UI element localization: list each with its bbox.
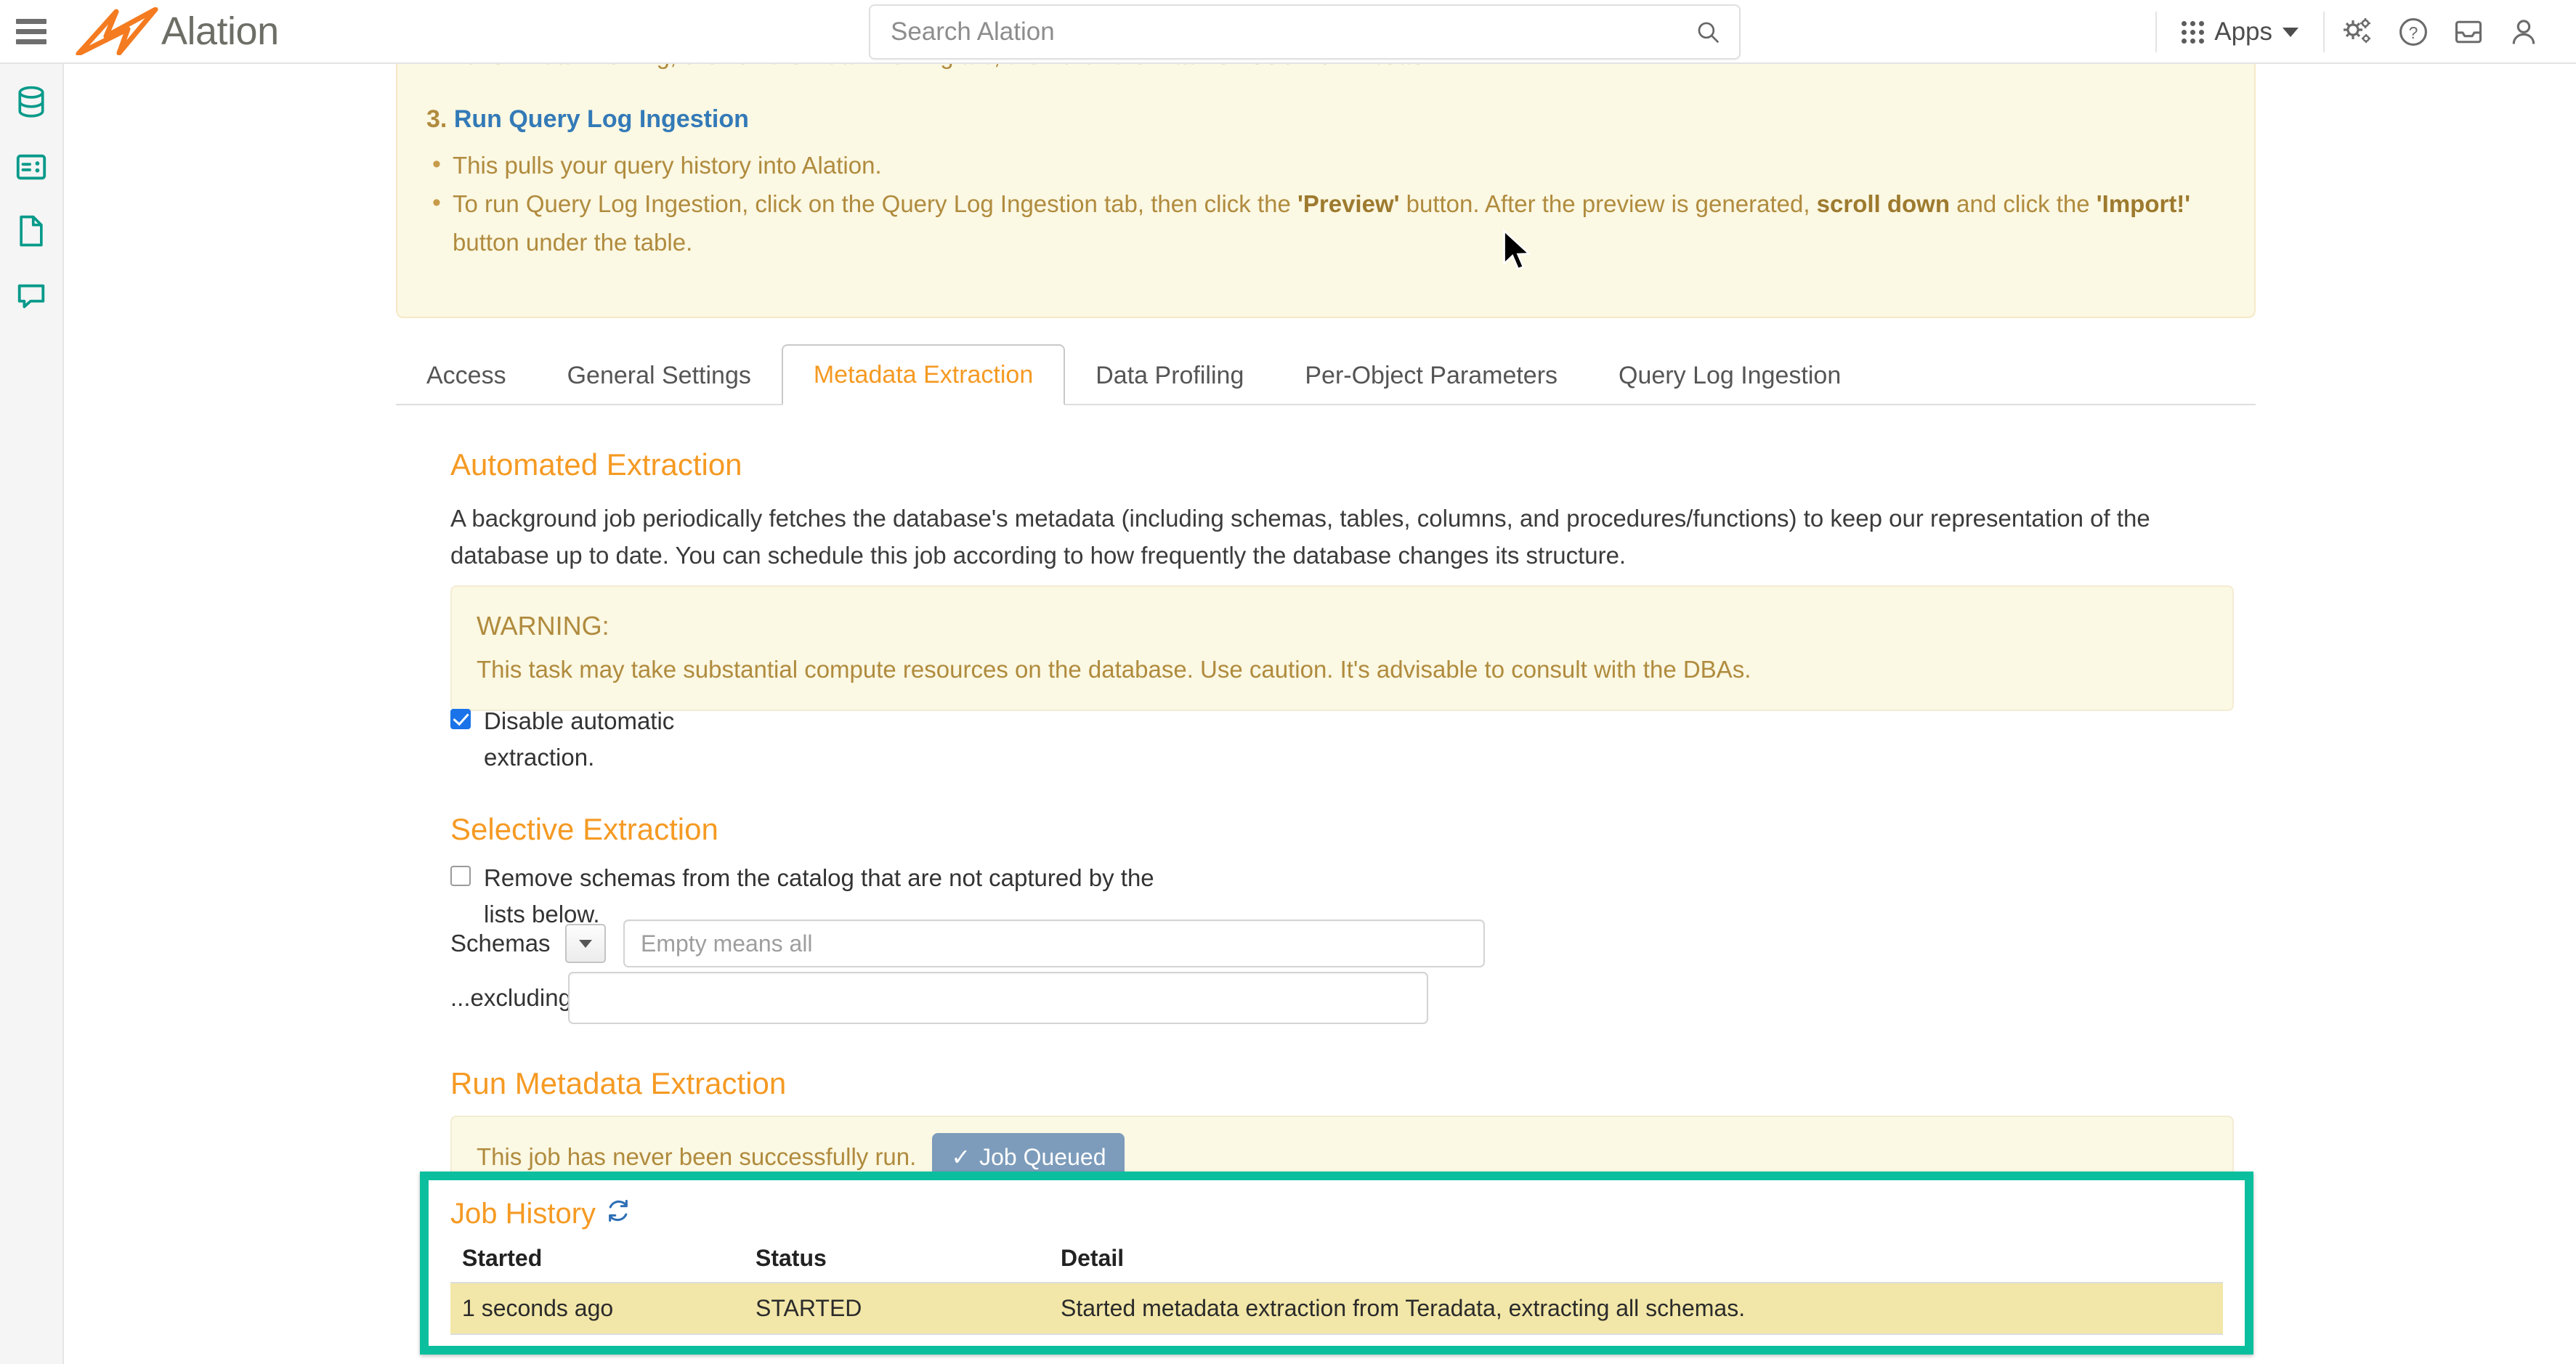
tab-metadata-extraction[interactable]: Metadata Extraction bbox=[781, 344, 1066, 405]
selective-extraction-title: Selective Extraction bbox=[450, 812, 718, 846]
excluding-input[interactable] bbox=[568, 972, 1428, 1024]
sidebar-item-documents[interactable] bbox=[8, 208, 54, 254]
automated-extraction-section: Automated Extraction bbox=[450, 447, 2194, 482]
bullet-text-pre: To run Data Profiling, click on the Data… bbox=[453, 64, 1154, 69]
instructions-list-top: To run Data Profiling, click on the Data… bbox=[426, 64, 2225, 76]
excluding-label: ...excluding bbox=[450, 984, 572, 1011]
warning-text: This task may take substantial compute r… bbox=[477, 655, 1751, 683]
article-icon bbox=[16, 154, 46, 180]
check-icon: ✓ bbox=[951, 1144, 971, 1170]
job-history-header: Job History bbox=[450, 1198, 2223, 1230]
schemas-label: Schemas bbox=[450, 930, 551, 957]
qli-p2: button. After the preview is generated, bbox=[1399, 190, 1817, 217]
warning-title: WARNING: bbox=[477, 611, 609, 641]
schemas-input[interactable] bbox=[623, 920, 1485, 967]
qli-p1: To run Query Log Ingestion, click on the… bbox=[453, 190, 1298, 217]
help-circle-icon[interactable]: ? bbox=[2386, 16, 2441, 48]
qli-s3: 'Import!' bbox=[2096, 190, 2191, 217]
top-icon-group: ? bbox=[2323, 12, 2576, 52]
database-icon bbox=[18, 86, 44, 118]
hamburger-icon[interactable] bbox=[16, 15, 49, 47]
instruction-bullet-qli-steps: To run Query Log Ingestion, click on the… bbox=[426, 183, 2225, 262]
bullet-text: This pulls your query history into Alati… bbox=[453, 151, 882, 179]
svg-text:?: ? bbox=[2409, 23, 2418, 42]
schemas-field-row: Schemas bbox=[450, 920, 1485, 967]
gears-icon[interactable] bbox=[2330, 17, 2386, 47]
tab-query-log-ingestion[interactable]: Query Log Ingestion bbox=[1588, 347, 1871, 404]
step-number: 3. bbox=[426, 105, 447, 134]
run-status-text: This job has never been successfully run… bbox=[477, 1143, 917, 1170]
run-metadata-extraction-title: Run Metadata Extraction bbox=[450, 1066, 787, 1100]
inbox-icon[interactable] bbox=[2441, 16, 2496, 48]
cell-status: STARTED bbox=[756, 1283, 1061, 1334]
user-avatar-icon[interactable] bbox=[2496, 16, 2551, 48]
warning-box: WARNING: This task may take substantial … bbox=[450, 585, 2234, 711]
top-right-actions: Apps ? bbox=[2155, 0, 2576, 64]
search-box[interactable] bbox=[869, 4, 1741, 60]
sidebar-item-articles[interactable] bbox=[8, 144, 54, 190]
job-history-highlight-box: Job History Started Status Detail 1 seco… bbox=[420, 1172, 2253, 1355]
settings-tabs: Access General Settings Metadata Extract… bbox=[396, 338, 2256, 405]
bullet-text-post: button. bbox=[1365, 64, 1445, 69]
tab-access[interactable]: Access bbox=[396, 347, 537, 404]
job-history-table: Started Status Detail 1 seconds ago STAR… bbox=[450, 1245, 2223, 1335]
qli-s2: scroll down bbox=[1816, 190, 1951, 217]
instructions-list-step3: This pulls your query history into Alati… bbox=[426, 145, 2225, 262]
column-header-started: Started bbox=[462, 1245, 543, 1271]
job-queued-label: Job Queued bbox=[979, 1143, 1106, 1170]
sidebar-item-conversations[interactable] bbox=[8, 272, 54, 318]
top-navigation-bar: Alation Apps bbox=[0, 0, 2576, 64]
document-icon bbox=[20, 215, 43, 247]
search-container bbox=[869, 4, 1741, 60]
table-row[interactable]: 1 seconds ago STARTED Started metadata e… bbox=[450, 1283, 2223, 1334]
step-title-link[interactable]: Run Query Log Ingestion bbox=[454, 105, 749, 133]
left-icon-rail bbox=[0, 64, 64, 1364]
refresh-icon[interactable] bbox=[606, 1198, 631, 1230]
search-icon[interactable] bbox=[1696, 20, 1720, 44]
tab-per-object-parameters[interactable]: Per-Object Parameters bbox=[1274, 347, 1588, 404]
column-header-detail: Detail bbox=[1061, 1245, 1125, 1271]
cell-started: 1 seconds ago bbox=[450, 1283, 756, 1334]
excluding-field-row: ...excluding bbox=[450, 972, 1428, 1024]
instruction-bullet-profiling: To run Data Profiling, click on the Data… bbox=[426, 64, 2225, 76]
instruction-step-heading: 3. Run Query Log Ingestion bbox=[426, 100, 2225, 139]
table-header-row: Started Status Detail bbox=[450, 1245, 2223, 1283]
column-header-status: Status bbox=[756, 1245, 827, 1271]
instruction-bullet-query-history: This pulls your query history into Alati… bbox=[426, 145, 2225, 185]
apps-label: Apps bbox=[2214, 17, 2272, 46]
qli-s1: 'Preview' bbox=[1297, 190, 1400, 217]
instructions-banner: To run Data Profiling, click on the Data… bbox=[396, 64, 2256, 318]
disable-automatic-extraction-row[interactable]: Disable automatic extraction. bbox=[450, 703, 1148, 775]
grid-icon bbox=[2182, 20, 2205, 44]
cell-detail: Started metadata extraction from Teradat… bbox=[1061, 1283, 2223, 1334]
alation-logo[interactable]: Alation bbox=[74, 7, 279, 55]
disable-automatic-extraction-checkbox[interactable] bbox=[450, 709, 471, 729]
tab-general-settings[interactable]: General Settings bbox=[537, 347, 782, 404]
alation-mark-icon bbox=[76, 7, 158, 55]
search-input[interactable] bbox=[870, 17, 1696, 46]
tab-data-profiling[interactable]: Data Profiling bbox=[1065, 347, 1274, 404]
brand-name: Alation bbox=[161, 9, 279, 53]
automated-extraction-title: Automated Extraction bbox=[450, 447, 742, 482]
qli-p4: button under the table. bbox=[453, 229, 693, 256]
apps-menu-button[interactable]: Apps bbox=[2155, 12, 2323, 52]
main-content: To run Data Profiling, click on the Data… bbox=[65, 64, 2576, 1364]
automated-extraction-description: A background job periodically fetches th… bbox=[450, 505, 2150, 569]
sidebar-item-sources[interactable] bbox=[8, 80, 54, 126]
bullet-text-strong: 'Launch Job Now!' bbox=[1154, 64, 1365, 69]
job-history-title: Job History bbox=[450, 1198, 596, 1230]
disable-automatic-extraction-label: Disable automatic extraction. bbox=[484, 707, 675, 771]
remove-schemas-checkbox[interactable] bbox=[450, 866, 471, 886]
chevron-down-icon bbox=[2283, 27, 2298, 37]
schemas-dropdown-button[interactable] bbox=[565, 924, 606, 963]
qli-p3: and click the bbox=[1950, 190, 2097, 217]
job-history-section: Job History Started Status Detail 1 seco… bbox=[429, 1180, 2245, 1335]
conversation-icon bbox=[17, 284, 45, 309]
